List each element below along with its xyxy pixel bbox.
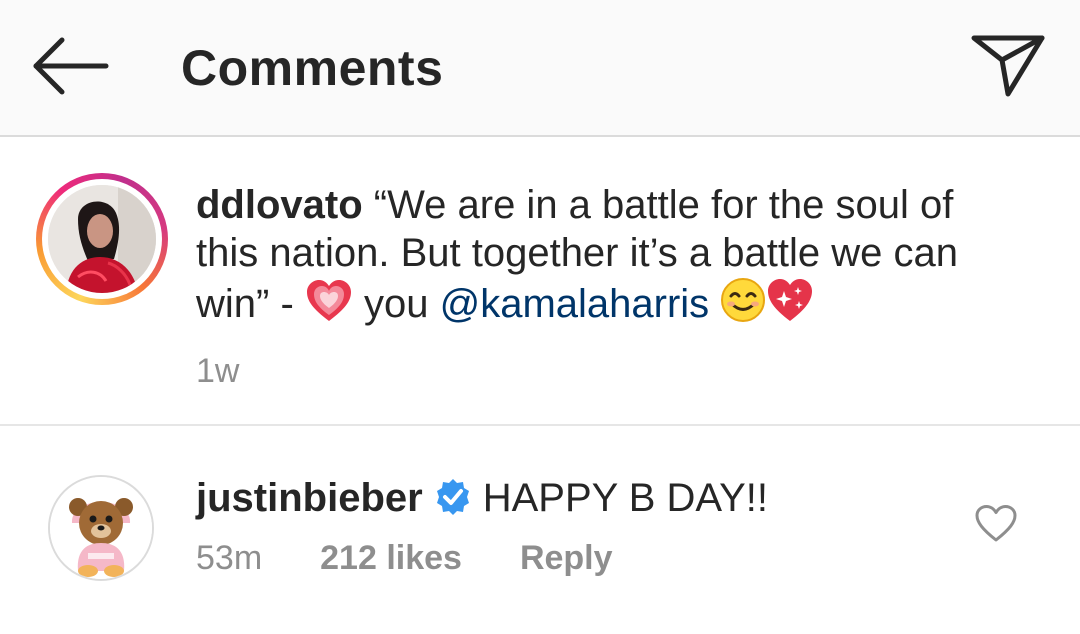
avatar [48, 185, 156, 293]
caption-username[interactable]: ddlovato [196, 183, 363, 227]
story-ring-avatar[interactable] [36, 173, 168, 305]
teddy-bear-avatar-image [50, 477, 152, 579]
smiling-face-emoji [720, 277, 766, 334]
comment-likes[interactable]: 212 likes [320, 539, 462, 577]
top-bar: Comments [0, 0, 1080, 137]
heart-outline-icon [975, 505, 1017, 542]
comment-username[interactable]: justinbieber [196, 476, 423, 520]
like-button[interactable] [974, 504, 1018, 544]
comment-time: 53m [196, 539, 263, 577]
sparkling-heart-emoji [766, 277, 814, 334]
back-button[interactable] [30, 34, 110, 98]
page-title: Comments [181, 40, 444, 96]
share-button[interactable] [968, 30, 1048, 100]
comment-meta: 53m 212 likes Reply [196, 538, 613, 578]
arrow-left-icon [33, 37, 109, 95]
comment-row: justinbieber HAPPY B DAY!! 53m 212 likes Re… [0, 426, 1080, 634]
caption-text: ddlovato “We are in a battle for the sou… [196, 181, 1026, 334]
heart-emoji [305, 279, 353, 334]
comment-text: justinbieber HAPPY B DAY!! [196, 474, 768, 528]
reply-button[interactable]: Reply [520, 539, 613, 577]
verified-badge-icon [433, 477, 473, 528]
comment-body: HAPPY B DAY!! [482, 476, 768, 520]
paper-plane-icon [971, 35, 1045, 97]
caption-timestamp: 1w [196, 352, 240, 390]
avatar[interactable] [48, 475, 154, 581]
caption-body-part2: you [352, 282, 440, 326]
caption-mention-link[interactable]: @kamalaharris [440, 282, 710, 326]
post-caption: ddlovato “We are in a battle for the sou… [0, 137, 1080, 426]
